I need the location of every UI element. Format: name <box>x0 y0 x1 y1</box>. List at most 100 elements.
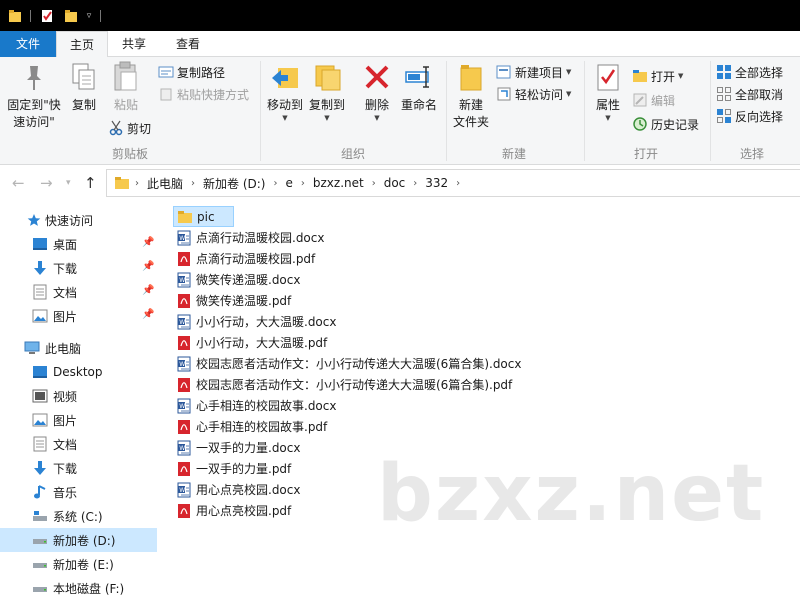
file-item[interactable]: W 点滴行动温暖校园.docx <box>173 227 328 248</box>
nav-quick-downloads[interactable]: 下载 📌 <box>0 256 157 280</box>
ribbon-tabs: 文件 主页 共享 查看 <box>0 31 800 58</box>
nav-this-pc[interactable]: 此电脑 <box>0 336 157 360</box>
breadcrumb-bzxz[interactable]: bzxz.net <box>307 176 370 190</box>
document-icon <box>32 284 48 300</box>
pin-quick-access-button[interactable]: 固定到"快 速访问" <box>4 61 64 131</box>
back-arrow-icon[interactable]: ← <box>12 174 25 192</box>
download-arrow-icon <box>32 260 48 276</box>
nav-pc-documents[interactable]: 文档 <box>0 432 157 456</box>
download-arrow-icon <box>32 460 48 476</box>
nav-drive-e[interactable]: 新加卷 (E:) <box>0 552 157 576</box>
nav-pc-downloads[interactable]: 下载 <box>0 456 157 480</box>
tab-home[interactable]: 主页 <box>56 31 108 58</box>
pdf-file-icon <box>176 335 192 351</box>
new-folder-icon <box>455 61 487 93</box>
file-item[interactable]: W 微笑传递温暖.docx <box>173 269 304 290</box>
nav-drive-f[interactable]: 本地磁盘 (F:) <box>0 576 157 600</box>
nav-pc-videos[interactable]: 视频 <box>0 384 157 408</box>
breadcrumb-e[interactable]: e <box>279 176 298 190</box>
file-item[interactable]: 心手相连的校园故事.pdf <box>173 416 331 437</box>
nav-drive-d[interactable]: 新加卷 (D:) <box>0 528 157 552</box>
new-folder-quick-icon[interactable] <box>64 8 78 24</box>
copy-to-icon <box>311 61 343 93</box>
watermark: bzxz.net <box>377 449 766 539</box>
copy-path-button[interactable]: 复制路径 <box>158 61 225 83</box>
nav-quick-access[interactable]: 快速访问 <box>0 208 157 232</box>
delete-button[interactable]: 删除 ▼ <box>360 61 394 122</box>
properties-quick-icon[interactable] <box>40 8 54 24</box>
tab-share[interactable]: 共享 <box>108 31 160 57</box>
tab-view[interactable]: 查看 <box>160 31 216 57</box>
nav-quick-documents[interactable]: 文档 📌 <box>0 280 157 304</box>
svg-text:W: W <box>179 235 185 242</box>
customize-toolbar-icon[interactable]: ▿ <box>84 8 94 24</box>
file-name: 用心点亮校园.docx <box>196 483 301 497</box>
nav-drive-c[interactable]: 系统 (C:) <box>0 504 157 528</box>
pinned-icon: 📌 <box>142 261 155 272</box>
select-group-label: 选择 <box>739 147 764 161</box>
folder-item[interactable]: pic <box>173 206 234 227</box>
file-item[interactable]: 一双手的力量.pdf <box>173 458 295 479</box>
move-to-icon <box>269 61 301 93</box>
file-item[interactable]: 用心点亮校园.pdf <box>173 500 295 521</box>
file-item[interactable]: 点滴行动温暖校园.pdf <box>173 248 319 269</box>
nav-quick-desktop[interactable]: 桌面 📌 <box>0 232 157 256</box>
breadcrumb-doc[interactable]: doc <box>378 176 412 190</box>
rename-button[interactable]: 重命名 <box>398 61 440 114</box>
forward-arrow-icon[interactable]: → <box>40 174 53 192</box>
open-group-label: 打开 <box>633 147 658 161</box>
select-none-button[interactable]: 全部取消 <box>716 83 783 105</box>
properties-button[interactable]: 属性 ▼ <box>590 61 626 122</box>
open-button[interactable]: 打开 ▼ <box>632 65 683 87</box>
nav-pc-pictures[interactable]: 图片 <box>0 408 157 432</box>
file-item[interactable]: 微笑传递温暖.pdf <box>173 290 295 311</box>
paste-button[interactable]: 粘贴 <box>106 61 146 114</box>
file-item[interactable]: W 小小行动，大大温暖.docx <box>173 311 340 332</box>
svg-text:W: W <box>179 403 185 410</box>
file-item[interactable]: W 一双手的力量.docx <box>173 437 304 458</box>
word-document-icon: W <box>176 272 192 288</box>
navigation-pane: 快速访问 桌面 📌 下载 📌 文档 📌 图片 📌 此电脑 Desktop 视频 … <box>0 201 157 600</box>
copy-button[interactable]: 复制 <box>66 61 102 114</box>
file-item[interactable]: 小小行动，大大温暖.pdf <box>173 332 331 353</box>
move-to-button[interactable]: 移动到 ▼ <box>264 61 306 122</box>
file-item[interactable]: W 校园志愿者活动作文：小小行动传递大大温暖(6篇合集).docx <box>173 353 525 374</box>
file-item[interactable]: W 用心点亮校园.docx <box>173 479 304 500</box>
paste-shortcut-button[interactable]: 粘贴快捷方式 <box>158 83 249 105</box>
file-name: 校园志愿者活动作文：小小行动传递大大温暖(6篇合集).docx <box>196 357 522 371</box>
file-name: 微笑传递温暖.pdf <box>196 294 292 308</box>
invert-selection-button[interactable]: 反向选择 <box>716 105 783 127</box>
nav-pc-desktop[interactable]: Desktop <box>0 360 157 384</box>
nav-pc-music[interactable]: 音乐 <box>0 480 157 504</box>
recent-locations-icon[interactable]: ▾ <box>66 178 71 188</box>
breadcrumb-332[interactable]: 332 <box>419 176 454 190</box>
new-item-button[interactable]: 新建项目 ▼ <box>496 61 571 83</box>
copy-to-button[interactable]: 复制到 ▼ <box>306 61 348 122</box>
file-name: 用心点亮校园.pdf <box>196 504 292 518</box>
new-item-icon <box>496 64 512 80</box>
file-item[interactable]: 校园志愿者活动作文：小小行动传递大大温暖(6篇合集).pdf <box>173 374 516 395</box>
file-name: 一双手的力量.docx <box>196 441 301 455</box>
folder-icon[interactable] <box>8 8 22 24</box>
file-item[interactable]: W 心手相连的校园故事.docx <box>173 395 340 416</box>
word-document-icon: W <box>176 398 192 414</box>
video-icon <box>32 388 48 404</box>
pdf-file-icon <box>176 503 192 519</box>
invert-selection-icon <box>716 108 732 124</box>
history-button[interactable]: 历史记录 <box>632 113 699 135</box>
up-arrow-icon[interactable]: ↑ <box>84 174 97 192</box>
new-group-label: 新建 <box>501 147 526 161</box>
select-all-button[interactable]: 全部选择 <box>716 61 783 83</box>
breadcrumb-this-pc[interactable]: 此电脑 <box>141 175 189 192</box>
cut-button[interactable]: 剪切 <box>108 117 151 139</box>
new-folder-button[interactable]: 新建 文件夹 <box>450 61 492 131</box>
properties-icon <box>592 61 624 93</box>
breadcrumb-drive-d[interactable]: 新加卷 (D:) <box>197 175 271 192</box>
edit-button[interactable]: 编辑 <box>632 89 675 111</box>
tab-file[interactable]: 文件 <box>0 31 56 57</box>
paste-icon <box>110 61 142 93</box>
copy-path-icon <box>158 64 174 80</box>
nav-quick-pictures[interactable]: 图片 📌 <box>0 304 157 328</box>
easy-access-button[interactable]: 轻松访问 ▼ <box>496 83 571 105</box>
address-bar[interactable]: › 此电脑 › 新加卷 (D:) › e › bzxz.net › doc › … <box>106 169 800 197</box>
